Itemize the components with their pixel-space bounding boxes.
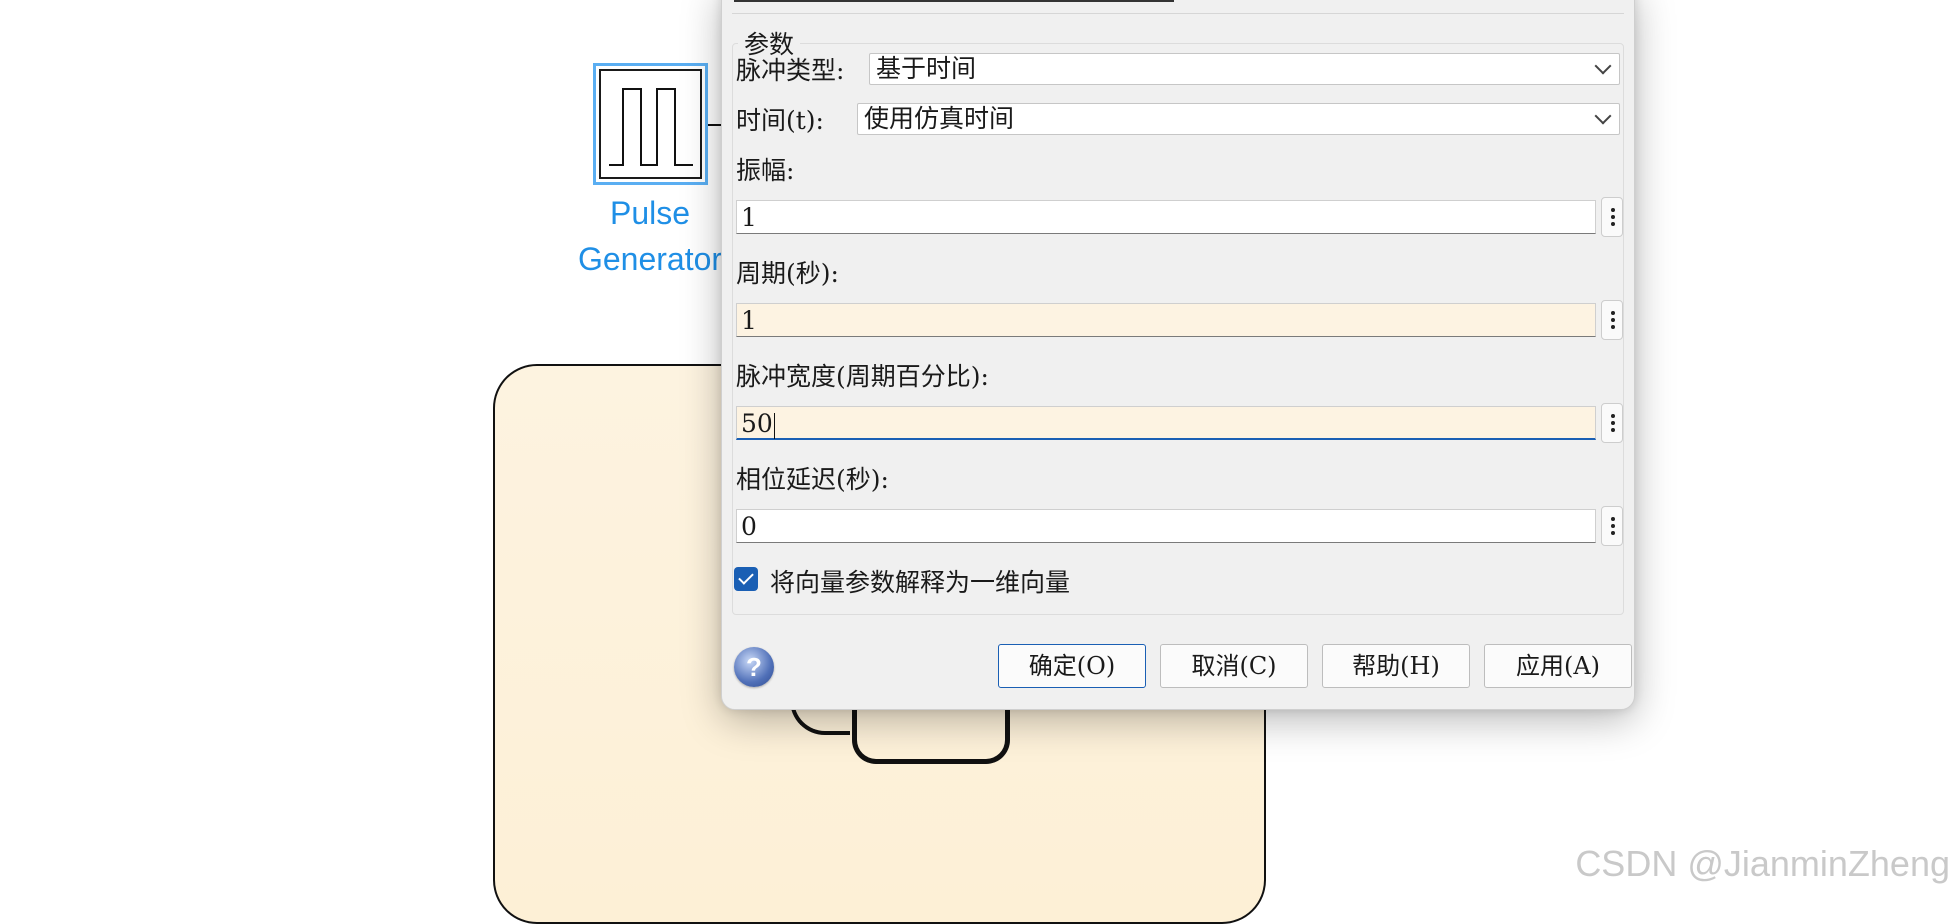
block-parameters-dialog: 参数 脉冲类型: 基于时间 时间(t): 使用仿真时间 振幅: 1 周期(秒):… xyxy=(721,0,1635,710)
vector-params-checkbox[interactable] xyxy=(734,567,758,591)
pulse-type-label: 脉冲类型: xyxy=(736,56,845,85)
help-button[interactable]: 帮助(H) xyxy=(1322,644,1470,688)
pulse-waveform-icon xyxy=(599,69,702,179)
watermark: CSDN @JianminZheng xyxy=(1575,843,1950,884)
amplitude-label: 振幅: xyxy=(736,156,795,185)
vertical-ellipsis-icon xyxy=(1611,414,1615,435)
pulse-generator-label[interactable]: Pulse Generator xyxy=(560,190,740,282)
phase-delay-label: 相位延迟(秒): xyxy=(736,465,889,494)
phase-delay-more-button[interactable] xyxy=(1601,506,1623,546)
phase-delay-value: 0 xyxy=(741,512,757,541)
pulse-width-more-button[interactable] xyxy=(1601,403,1623,443)
phase-delay-field[interactable]: 0 xyxy=(736,509,1596,543)
pulse-width-label: 脉冲宽度(周期百分比): xyxy=(736,362,989,391)
period-label: 周期(秒): xyxy=(736,259,839,288)
amplitude-value: 1 xyxy=(741,203,757,232)
pulse-generator-block[interactable] xyxy=(593,63,708,185)
ok-button[interactable]: 确定(O) xyxy=(998,644,1146,688)
amplitude-field[interactable]: 1 xyxy=(736,200,1596,234)
pulse-width-field[interactable]: 50 xyxy=(736,406,1596,440)
text-caret xyxy=(773,412,775,439)
cancel-button[interactable]: 取消(C) xyxy=(1160,644,1308,688)
chevron-down-icon xyxy=(1594,57,1612,75)
vertical-ellipsis-icon xyxy=(1611,208,1615,229)
apply-button[interactable]: 应用(A) xyxy=(1484,644,1632,688)
time-label: 时间(t): xyxy=(736,106,824,135)
time-select[interactable]: 使用仿真时间 xyxy=(857,103,1620,135)
dialog-description-clipped xyxy=(734,0,1174,7)
pulse-type-value: 基于时间 xyxy=(876,54,977,83)
period-value: 1 xyxy=(741,306,757,335)
time-value: 使用仿真时间 xyxy=(864,104,1015,133)
amplitude-more-button[interactable] xyxy=(1601,197,1623,237)
period-more-button[interactable] xyxy=(1601,300,1623,340)
pulse-type-select[interactable]: 基于时间 xyxy=(869,53,1620,85)
chevron-down-icon xyxy=(1594,107,1612,125)
block-label-line1: Pulse xyxy=(609,195,691,231)
divider xyxy=(732,13,1624,14)
pulse-width-value: 50 xyxy=(741,409,773,438)
period-field[interactable]: 1 xyxy=(736,303,1596,337)
vertical-ellipsis-icon xyxy=(1611,311,1615,332)
vector-params-label[interactable]: 将向量参数解释为一维向量 xyxy=(770,563,1070,599)
help-question-icon[interactable]: ? xyxy=(734,647,774,687)
block-label-line2: Generator xyxy=(577,241,723,277)
vertical-ellipsis-icon xyxy=(1611,517,1615,538)
